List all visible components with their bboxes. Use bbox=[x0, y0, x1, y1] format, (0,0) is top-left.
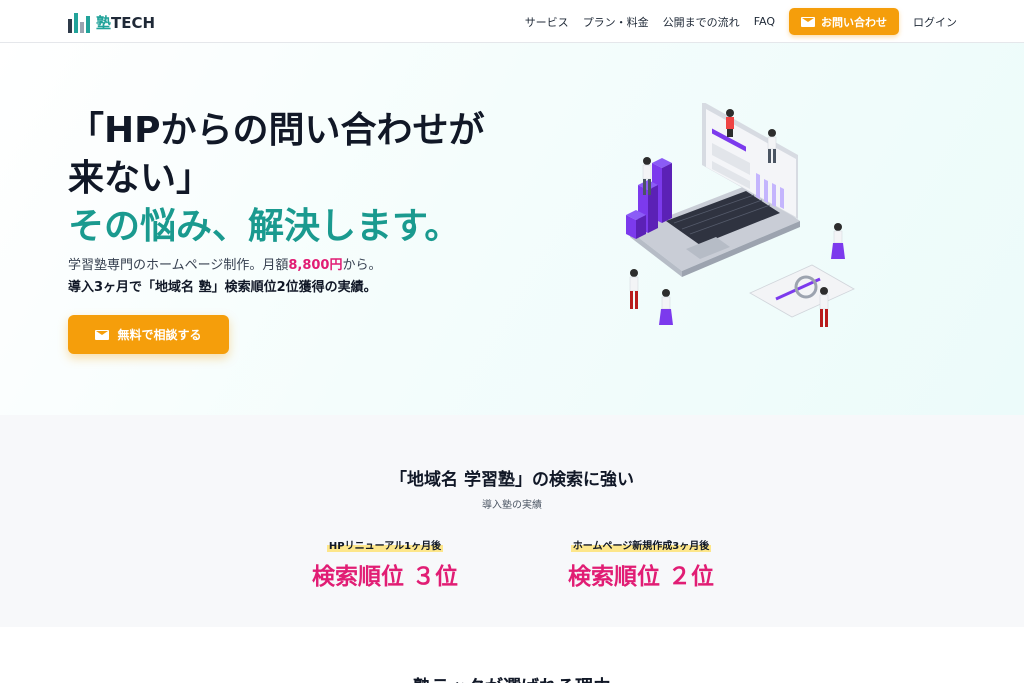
nav-link-services[interactable]: サービス bbox=[525, 14, 569, 30]
reasons-title: 塾テックが選ばれる理由 bbox=[0, 673, 1024, 683]
nav-link-flow[interactable]: 公開までの流れ bbox=[663, 14, 740, 30]
price-highlight: 8,800円 bbox=[288, 258, 343, 273]
results-section: 「地域名 学習塾」の検索に強い 導入塾の実績 HPリニューアル1ヶ月後 検索順位… bbox=[0, 415, 1024, 627]
main-nav: サービス プラン・料金 公開までの流れ FAQ お問い合わせ ログイン bbox=[525, 8, 957, 35]
stat-card: ホームページ新規作成3ヶ月後 検索順位 ２位 bbox=[555, 534, 727, 591]
stat-value: 検索順位 ２位 bbox=[567, 564, 714, 590]
nav-link-faq[interactable]: FAQ bbox=[754, 15, 775, 28]
mail-icon bbox=[801, 16, 815, 27]
site-logo[interactable]: 塾TECH bbox=[68, 11, 155, 33]
mail-icon bbox=[95, 329, 110, 340]
stat-card: HPリニューアル1ヶ月後 検索順位 ３位 bbox=[300, 534, 470, 591]
nav-link-plans[interactable]: プラン・料金 bbox=[583, 14, 649, 30]
contact-button-label: お問い合わせ bbox=[821, 15, 887, 29]
free-consultation-button[interactable]: 無料で相談する bbox=[68, 315, 229, 354]
hero-illustration bbox=[626, 103, 855, 327]
hero-title: 「HPからの問い合わせが 来ない」 その悩み、解決します。 bbox=[68, 107, 485, 251]
hero-title-line2: 来ない」 bbox=[68, 158, 213, 199]
logo-bars-icon bbox=[68, 13, 90, 33]
login-link[interactable]: ログイン bbox=[913, 14, 957, 30]
brand-name: 塾TECH bbox=[96, 14, 156, 32]
hero-subtitle: 学習塾専門のホームページ制作。月額8,800円から。 bbox=[68, 258, 382, 273]
stat-label: HPリニューアル1ヶ月後 bbox=[326, 537, 444, 552]
hero-section: 「HPからの問い合わせが 来ない」 その悩み、解決します。 学習塾専門のホームペ… bbox=[0, 43, 1024, 415]
free-consultation-label: 無料で相談する bbox=[117, 328, 202, 342]
site-header: 塾TECH サービス プラン・料金 公開までの流れ FAQ お問い合わせ ログイ… bbox=[0, 0, 1024, 43]
stat-label: ホームページ新規作成3ヶ月後 bbox=[570, 537, 712, 552]
results-subtitle: 導入塾の実績 bbox=[482, 500, 542, 511]
reasons-section: 塾テックが選ばれる理由 bbox=[0, 627, 1024, 683]
hero-title-line1: 「HPからの問い合わせが bbox=[68, 110, 485, 151]
hero-achievement: 導入3ヶ月で「地域名 塾」検索順位2位獲得の実績。 bbox=[68, 280, 377, 295]
contact-button[interactable]: お問い合わせ bbox=[789, 8, 899, 35]
stat-value: 検索順位 ３位 bbox=[311, 564, 458, 590]
results-title: 「地域名 学習塾」の検索に強い bbox=[390, 470, 634, 490]
hero-title-accent: その悩み、解決します。 bbox=[68, 206, 461, 247]
